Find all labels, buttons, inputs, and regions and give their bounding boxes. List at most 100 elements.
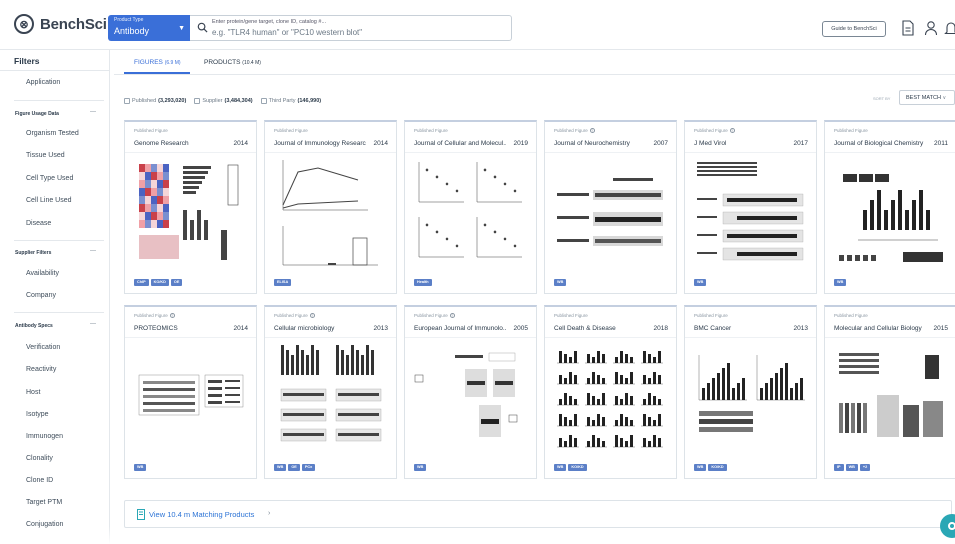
filter-availability[interactable]: Availability	[26, 270, 59, 277]
sort-select[interactable]: BEST MATCH ∨	[899, 90, 955, 105]
filter-immunogen[interactable]: Immunogen	[26, 433, 63, 440]
guide-button[interactable]: Guide to BenchSci	[822, 21, 886, 37]
filter-third-party-checkbox[interactable]: Third Party (146,990)	[260, 96, 322, 106]
section-figure-usage-data[interactable]: Figure Usage Data	[15, 111, 59, 117]
figure-card[interactable]: Published Figure? PROTEOMICS 2014 WB	[124, 305, 257, 479]
figure-thumbnail[interactable]	[273, 345, 388, 453]
chat-launcher-button[interactable]	[940, 514, 955, 538]
technique-tag[interactable]: WB	[554, 279, 567, 286]
technique-tag[interactable]: WB	[845, 464, 858, 471]
figure-card[interactable]: Published Figure Journal of Biological Ch…	[824, 120, 955, 294]
technique-tag[interactable]: KO/KD	[708, 464, 727, 471]
filter-third-party-count: (146,990)	[297, 98, 322, 104]
figure-thumbnail[interactable]	[553, 345, 668, 453]
figure-thumbnail[interactable]	[273, 160, 388, 268]
figure-kind-text: Published Figure	[834, 313, 868, 318]
help-icon[interactable]: ?	[729, 128, 735, 133]
logo[interactable]: ⊗ BenchSci	[14, 14, 107, 34]
figure-source-label: Published Figure?	[134, 313, 175, 318]
view-matching-products-button[interactable]: View 10.4 m Matching Products ›	[124, 500, 952, 528]
journal-name: Cell Death & Disease	[554, 325, 616, 332]
figure-thumbnail[interactable]	[833, 345, 948, 453]
figure-card[interactable]: Published Figure? Journal of Neurochemist…	[544, 120, 677, 294]
technique-tag[interactable]: WB	[694, 464, 707, 471]
help-icon[interactable]: ?	[309, 313, 315, 318]
collapse-icon[interactable]: —	[90, 248, 96, 254]
figure-card[interactable]: Published Figure BMC Cancer 2013 WB KO/KD	[684, 305, 817, 479]
collapse-icon[interactable]: —	[90, 109, 96, 115]
figure-thumbnail[interactable]	[133, 345, 248, 453]
divider	[14, 312, 104, 313]
technique-tag[interactable]: WB	[554, 464, 567, 471]
filter-tissue-used[interactable]: Tissue Used	[26, 152, 65, 159]
technique-tag[interactable]: WB	[694, 279, 707, 286]
technique-tag[interactable]: WB	[414, 464, 427, 471]
document-icon[interactable]	[901, 20, 915, 36]
filter-reactivity[interactable]: Reactivity	[26, 366, 56, 373]
chevron-down-icon: ∨	[942, 94, 947, 101]
figure-thumbnail[interactable]	[693, 345, 808, 453]
technique-tag[interactable]: KO/KD	[150, 279, 169, 286]
help-icon[interactable]: ?	[169, 313, 175, 318]
figure-thumbnail[interactable]	[133, 160, 248, 268]
bell-icon[interactable]	[944, 20, 955, 36]
section-antibody-specs[interactable]: Antibody Specs	[15, 323, 53, 329]
user-icon[interactable]	[924, 20, 938, 36]
technique-tag[interactable]: OE	[288, 464, 300, 471]
filter-published-checkbox[interactable]: Published (3,293,020)	[124, 96, 186, 106]
figure-thumbnail[interactable]	[413, 345, 528, 453]
technique-tag[interactable]: ChIP	[134, 279, 149, 286]
figure-card[interactable]: Published Figure? Cellular microbiology 20…	[264, 305, 397, 479]
figure-thumbnail[interactable]	[693, 160, 808, 268]
technique-tag[interactable]: +2	[859, 464, 871, 471]
technique-tags: WB KO/KD	[554, 464, 587, 471]
figure-kind-text: Published Figure	[554, 313, 588, 318]
technique-tag[interactable]: ELISA	[274, 279, 292, 286]
filter-supplier-count: (3,484,304)	[224, 98, 253, 104]
figure-thumbnail[interactable]	[553, 160, 668, 268]
filter-clonality[interactable]: Clonality	[26, 455, 53, 462]
section-supplier-filters[interactable]: Supplier Filters	[15, 250, 51, 256]
technique-tag[interactable]: PCx	[301, 464, 316, 471]
filter-host[interactable]: Host	[26, 389, 40, 396]
publication-year: 2005	[513, 325, 528, 332]
figure-card[interactable]: Published Figure? J Med Virol 2017 WB	[684, 120, 817, 294]
filter-company[interactable]: Company	[26, 292, 56, 299]
technique-tag[interactable]: KO/KD	[568, 464, 587, 471]
checkbox-icon	[124, 98, 130, 104]
filter-target-ptm[interactable]: Target PTM	[26, 499, 62, 506]
figure-card[interactable]: Published Figure Molecular and Cellular B…	[824, 305, 955, 479]
product-type-select[interactable]: Product Type Antibody ▼	[108, 15, 190, 41]
figure-thumbnail[interactable]	[833, 160, 948, 268]
figure-card[interactable]: Published Figure Cell Death & Disease 2018…	[544, 305, 677, 479]
tab-figures[interactable]: FIGURES (6.9 M)	[134, 59, 181, 66]
figure-card[interactable]: Published Figure Journal of Immunology Re…	[264, 120, 397, 294]
figure-card[interactable]: Published Figure Journal of Cellular and …	[404, 120, 537, 294]
filter-disease[interactable]: Disease	[26, 220, 51, 227]
figure-card[interactable]: Published Figure? European Journal of Imm…	[404, 305, 537, 479]
filter-supplier-checkbox[interactable]: Supplier (3,484,304)	[194, 96, 253, 106]
journal-name: European Journal of Immunolo...	[414, 325, 506, 332]
tab-products[interactable]: PRODUCTS (10.4 M)	[204, 59, 261, 66]
filter-organism-tested[interactable]: Organism Tested	[26, 130, 79, 137]
help-icon[interactable]: ?	[589, 128, 595, 133]
collapse-icon[interactable]: —	[90, 321, 96, 327]
filter-cell-line-used[interactable]: Cell Line Used	[26, 197, 72, 204]
figure-thumbnail[interactable]	[413, 160, 528, 268]
chevron-down-icon: ▼	[178, 25, 185, 32]
technique-tag[interactable]: Health	[414, 279, 432, 286]
filter-application[interactable]: Application	[26, 79, 60, 86]
filter-clone-id[interactable]: Clone ID	[26, 477, 53, 484]
technique-tag[interactable]: OE	[170, 279, 183, 286]
filter-verification[interactable]: Verification	[26, 344, 60, 351]
technique-tag[interactable]: WB	[834, 279, 847, 286]
figure-source-label: Published Figure?	[694, 128, 735, 133]
filter-cell-type-used[interactable]: Cell Type Used	[26, 175, 73, 182]
technique-tag[interactable]: IP	[834, 464, 844, 471]
help-icon[interactable]: ?	[449, 313, 455, 318]
figure-card[interactable]: Published Figure Genome Research 2014 ChIP K…	[124, 120, 257, 294]
technique-tag[interactable]: WB	[134, 464, 147, 471]
search-input[interactable]: Enter protein/gene target, clone ID, cat…	[190, 15, 512, 41]
technique-tag[interactable]: WB	[274, 464, 287, 471]
filter-isotype[interactable]: Isotype	[26, 411, 49, 418]
